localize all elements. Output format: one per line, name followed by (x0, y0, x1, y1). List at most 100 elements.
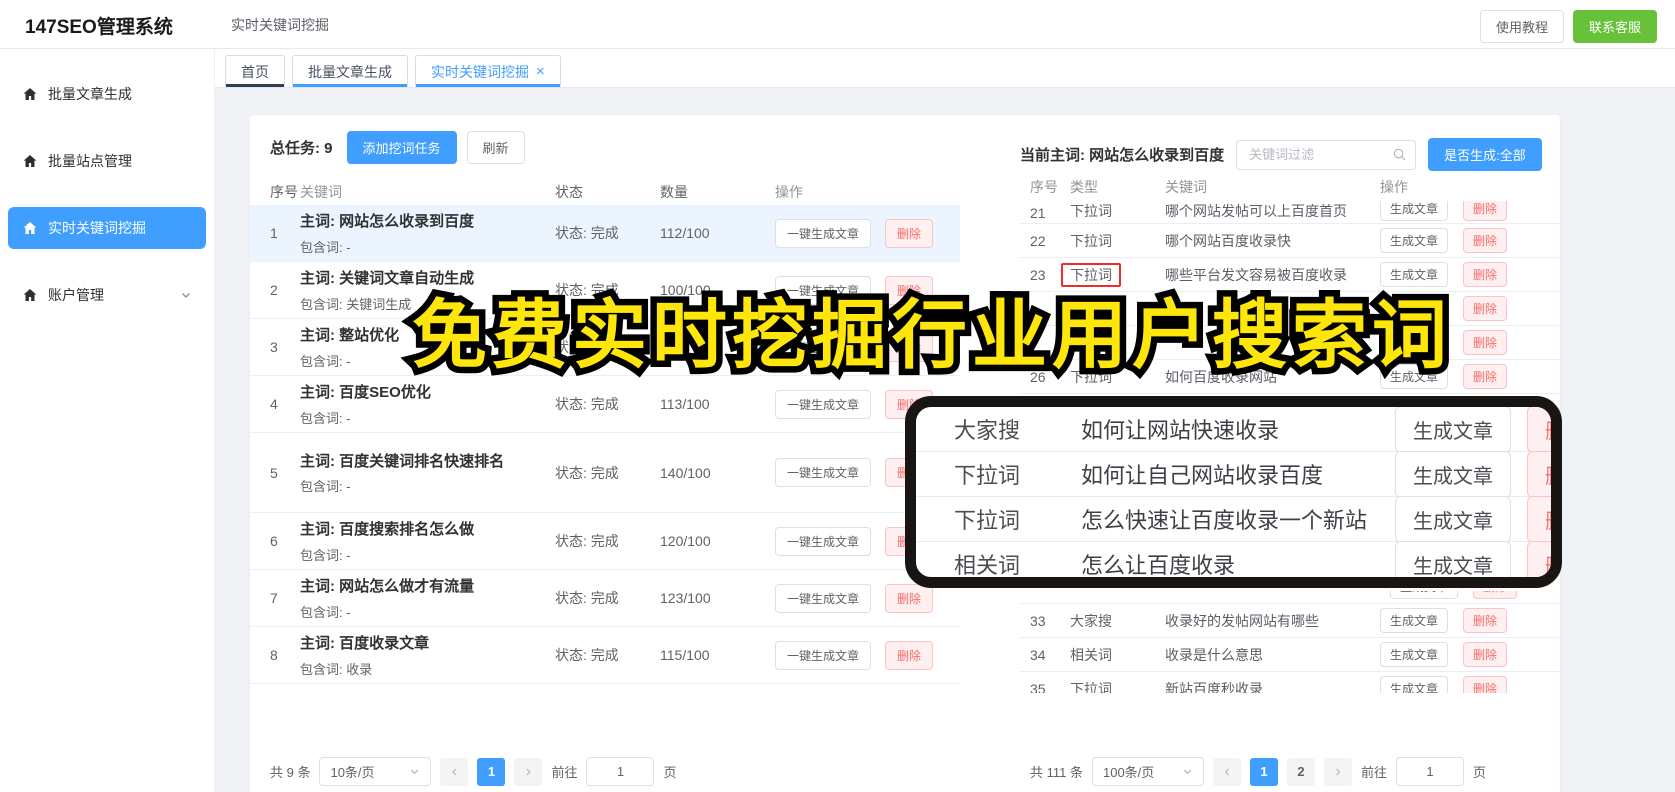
home-icon (22, 220, 38, 236)
keyword-type-highlighted: 下拉词 (1061, 262, 1121, 287)
task-index: 7 (270, 590, 278, 606)
app-root: 147SEO管理系统 实时关键词挖掘 使用教程 联系客服 批量文章生成 批量站点… (0, 0, 1675, 792)
keyword-type: 下拉词 (1070, 680, 1112, 694)
generate-article-button[interactable]: 生成文章 (1380, 296, 1449, 321)
keyword-index: 26 (1030, 368, 1046, 385)
goto-page-input[interactable] (1396, 757, 1464, 786)
keyword-text: 新站百度秒收录 (1165, 680, 1263, 694)
task-title: 主词: 网站怎么做才有流量 (300, 578, 475, 596)
page-number-2[interactable]: 2 (1286, 757, 1315, 786)
task-row[interactable]: 5 主词: 百度关键词排名快速排名 包含词: - 状态: 完成 140/100 一… (250, 433, 960, 513)
delete-button[interactable]: 删除 (1463, 228, 1508, 253)
generate-article-button[interactable]: 一键生成文章 (775, 640, 872, 670)
generate-article-button[interactable]: 一键生成文章 (775, 275, 872, 305)
delete-button[interactable]: 删除 (1463, 364, 1508, 389)
keyword-filter-input[interactable] (1236, 139, 1417, 170)
generate-article-button: 生成文章 (1395, 495, 1511, 543)
generate-article-button[interactable]: 生成文章 (1380, 330, 1449, 355)
delete-button[interactable]: 删除 (885, 218, 934, 248)
delete-button[interactable]: 删除 (885, 583, 934, 613)
tab-realtime-keywords[interactable]: 实时关键词挖掘 × (415, 55, 561, 87)
delete-button[interactable]: 删除 (1463, 330, 1508, 355)
task-index: 6 (270, 533, 278, 549)
keyword-text: 收录是什么意思 (1165, 646, 1263, 663)
keyword-row: 生成文章 删除 (1020, 326, 1560, 360)
generate-article-button[interactable]: 一键生成文章 (775, 583, 872, 613)
keyword-type: 相关词 (954, 553, 1021, 578)
generated-filter-button[interactable]: 是否生成:全部 (1428, 138, 1542, 171)
col-index: 序号 (270, 183, 298, 200)
task-row[interactable]: 2 主词: 关键词文章自动生成 包含词: 关键词生成 状态: 完成 100/100… (250, 262, 960, 319)
task-row[interactable]: 4 主词: 百度SEO优化 包含词: - 状态: 完成 113/100 一键生成文… (250, 376, 960, 433)
task-row[interactable]: 6 主词: 百度搜索排名怎么做 包含词: - 状态: 完成 120/100 一键生… (250, 513, 960, 570)
delete-button[interactable]: 删除 (1463, 262, 1508, 287)
task-row[interactable]: 1 主词: 网站怎么收录到百度 包含词: - 状态: 完成 112/100 一键生… (250, 205, 960, 262)
add-task-button[interactable]: 添加挖词任务 (346, 131, 457, 164)
delete-button[interactable]: 删除 (885, 275, 934, 305)
generate-article-button[interactable]: 一键生成文章 (775, 218, 872, 248)
delete-button[interactable]: 删除 (1463, 296, 1508, 321)
delete-button[interactable]: 删除 (1473, 591, 1518, 599)
generate-article-button[interactable]: 一键生成文章 (775, 526, 872, 556)
goto-page-input[interactable] (586, 757, 655, 786)
tab-close-icon[interactable]: × (536, 63, 545, 80)
delete-button[interactable]: 删除 (885, 332, 934, 362)
keyword-text: 哪些平台发文容易被百度收录 (1165, 266, 1347, 283)
task-status: 状态: 完成 (555, 396, 619, 412)
generate-article-button[interactable]: 生成文章 (1380, 642, 1449, 667)
task-row[interactable]: 3 主词: 整站优化 包含词: - 状态: 完成 一键生成文章 删除 (250, 319, 960, 376)
current-main-word-label: 当前主词: 网站怎么收录到百度 (1020, 147, 1225, 164)
prev-page-button[interactable]: ‹ (1212, 757, 1241, 786)
refresh-button[interactable]: 刷新 (466, 131, 525, 164)
sidebar-item-realtime-keywords[interactable]: 实时关键词挖掘 (8, 207, 206, 249)
prev-page-button[interactable]: ‹ (440, 757, 469, 786)
per-page-select[interactable]: 100条/页 (1091, 757, 1204, 786)
top-header: 147SEO管理系统 实时关键词挖掘 使用教程 联系客服 (0, 0, 1675, 49)
next-page-button[interactable]: › (1323, 757, 1352, 786)
sidebar: 批量文章生成 批量站点管理 实时关键词挖掘 账户管理 (0, 49, 215, 792)
keyword-type: 大家搜 (954, 418, 1021, 443)
keyword-text: 怎么快速让百度收录一个新站 (1081, 508, 1368, 533)
task-quantity: 115/100 (660, 647, 710, 663)
next-page-button[interactable]: › (514, 757, 543, 786)
generate-article-button[interactable]: 生成文章 (1380, 228, 1449, 253)
task-table-header: 序号 关键词 状态 数量 操作 (250, 178, 960, 205)
generate-article-button[interactable]: 一键生成文章 (775, 458, 872, 487)
tab-home[interactable]: 首页 (225, 55, 285, 87)
generate-article-button[interactable]: 一键生成文章 (775, 332, 872, 362)
generate-article-button[interactable]: 生成文章 (1380, 676, 1449, 693)
generate-article-button[interactable]: 生成文章 (1380, 608, 1449, 633)
generate-article-button[interactable]: 生成文章 (1380, 201, 1449, 221)
generate-article-button: 生成文章 (1395, 407, 1511, 453)
tab-batch-articles[interactable]: 批量文章生成 (292, 55, 408, 87)
task-status: 状态: 完成 (555, 339, 619, 355)
keyword-row: 26 下拉词 如何百度收录网站 生成文章 删除 (1020, 360, 1560, 394)
task-index: 5 (270, 464, 278, 481)
delete-button[interactable]: 删除 (1463, 201, 1508, 221)
generate-article-button[interactable]: 生成文章 (1380, 364, 1449, 389)
delete-button[interactable]: 删除 (1463, 642, 1508, 667)
magnified-row: 下拉词 如何让自己网站收录百度 生成文章 删除 (916, 450, 1551, 498)
help-button[interactable]: 使用教程 (1479, 10, 1564, 43)
sidebar-item-account[interactable]: 账户管理 (8, 274, 206, 316)
generate-article-button[interactable]: 生成文章 (1380, 262, 1449, 287)
task-status: 状态: 完成 (555, 647, 619, 663)
sidebar-item-batch-articles[interactable]: 批量文章生成 (8, 73, 206, 115)
keyword-index: 34 (1030, 646, 1046, 663)
task-toolbar: 总任务: 9 添加挖词任务 刷新 (270, 131, 525, 164)
generate-article-button[interactable]: 一键生成文章 (775, 389, 872, 419)
task-status: 状态: 完成 (555, 225, 619, 241)
task-row[interactable]: 8 主词: 百度收录文章 包含词: 收录 状态: 完成 115/100 一键生成文… (250, 627, 960, 684)
delete-button[interactable]: 删除 (885, 640, 934, 670)
delete-button[interactable]: 删除 (1463, 608, 1508, 633)
keyword-text: 收录好的发帖网站有哪些 (1165, 612, 1319, 629)
generate-article-button[interactable]: 生成文章 (1390, 591, 1459, 599)
per-page-select[interactable]: 10条/页 (319, 757, 432, 786)
task-row[interactable]: 7 主词: 网站怎么做才有流量 包含词: - 状态: 完成 123/100 一键生… (250, 570, 960, 627)
delete-button[interactable]: 删除 (1463, 676, 1508, 693)
contact-support-button[interactable]: 联系客服 (1572, 10, 1657, 43)
page-number-1[interactable]: 1 (1249, 757, 1278, 786)
page-number-1[interactable]: 1 (477, 757, 506, 786)
task-pagination: 共 9 条 10条/页 ‹ 1 › 前往 页 (270, 757, 677, 786)
sidebar-item-batch-sites[interactable]: 批量站点管理 (8, 140, 206, 182)
